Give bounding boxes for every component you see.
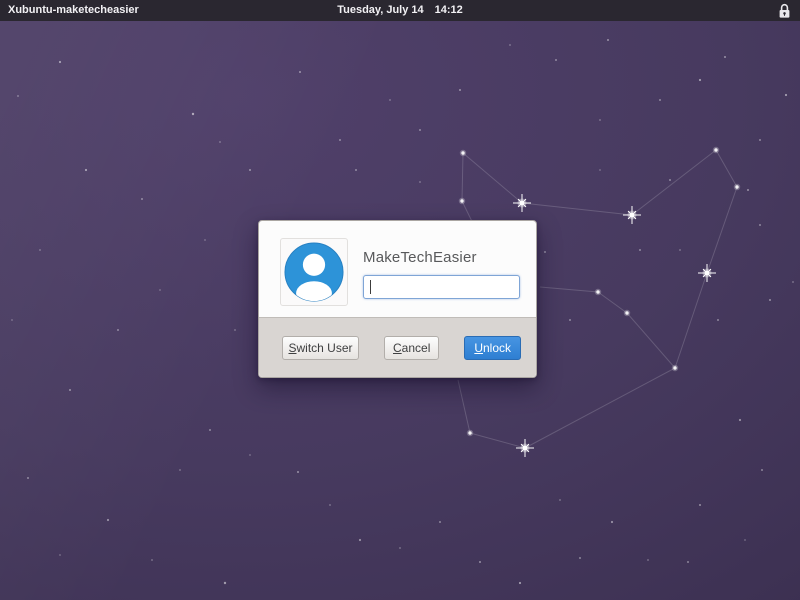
password-field-wrap <box>363 275 520 299</box>
login-column: MakeTechEasier <box>363 238 520 317</box>
unlock-label: Unlock <box>474 341 511 355</box>
clock-date: Tuesday, July 14 <box>337 4 423 16</box>
switch-user-label: Switch User <box>288 341 352 355</box>
password-input[interactable] <box>363 275 520 299</box>
top-panel: Xubuntu-maketecheasier Tuesday, July 141… <box>0 0 800 21</box>
unlock-dialog: MakeTechEasier Switch User Cancel Unlock <box>258 220 537 378</box>
dialog-footer: Switch User Cancel Unlock <box>259 317 536 377</box>
cancel-label: Cancel <box>393 341 430 355</box>
cancel-button[interactable]: Cancel <box>384 336 439 360</box>
clock-time: 14:12 <box>435 4 463 16</box>
user-avatar-icon <box>284 242 344 302</box>
lock-screen: Xubuntu-maketecheasier Tuesday, July 141… <box>0 0 800 600</box>
avatar <box>280 238 348 306</box>
switch-user-button[interactable]: Switch User <box>282 336 359 360</box>
text-caret <box>370 280 371 294</box>
unlock-button[interactable]: Unlock <box>464 336 521 360</box>
clock: Tuesday, July 14 14:12 <box>0 0 800 21</box>
lock-icon <box>778 3 791 19</box>
dialog-body: MakeTechEasier <box>259 221 536 317</box>
username-label: MakeTechEasier <box>363 249 520 266</box>
